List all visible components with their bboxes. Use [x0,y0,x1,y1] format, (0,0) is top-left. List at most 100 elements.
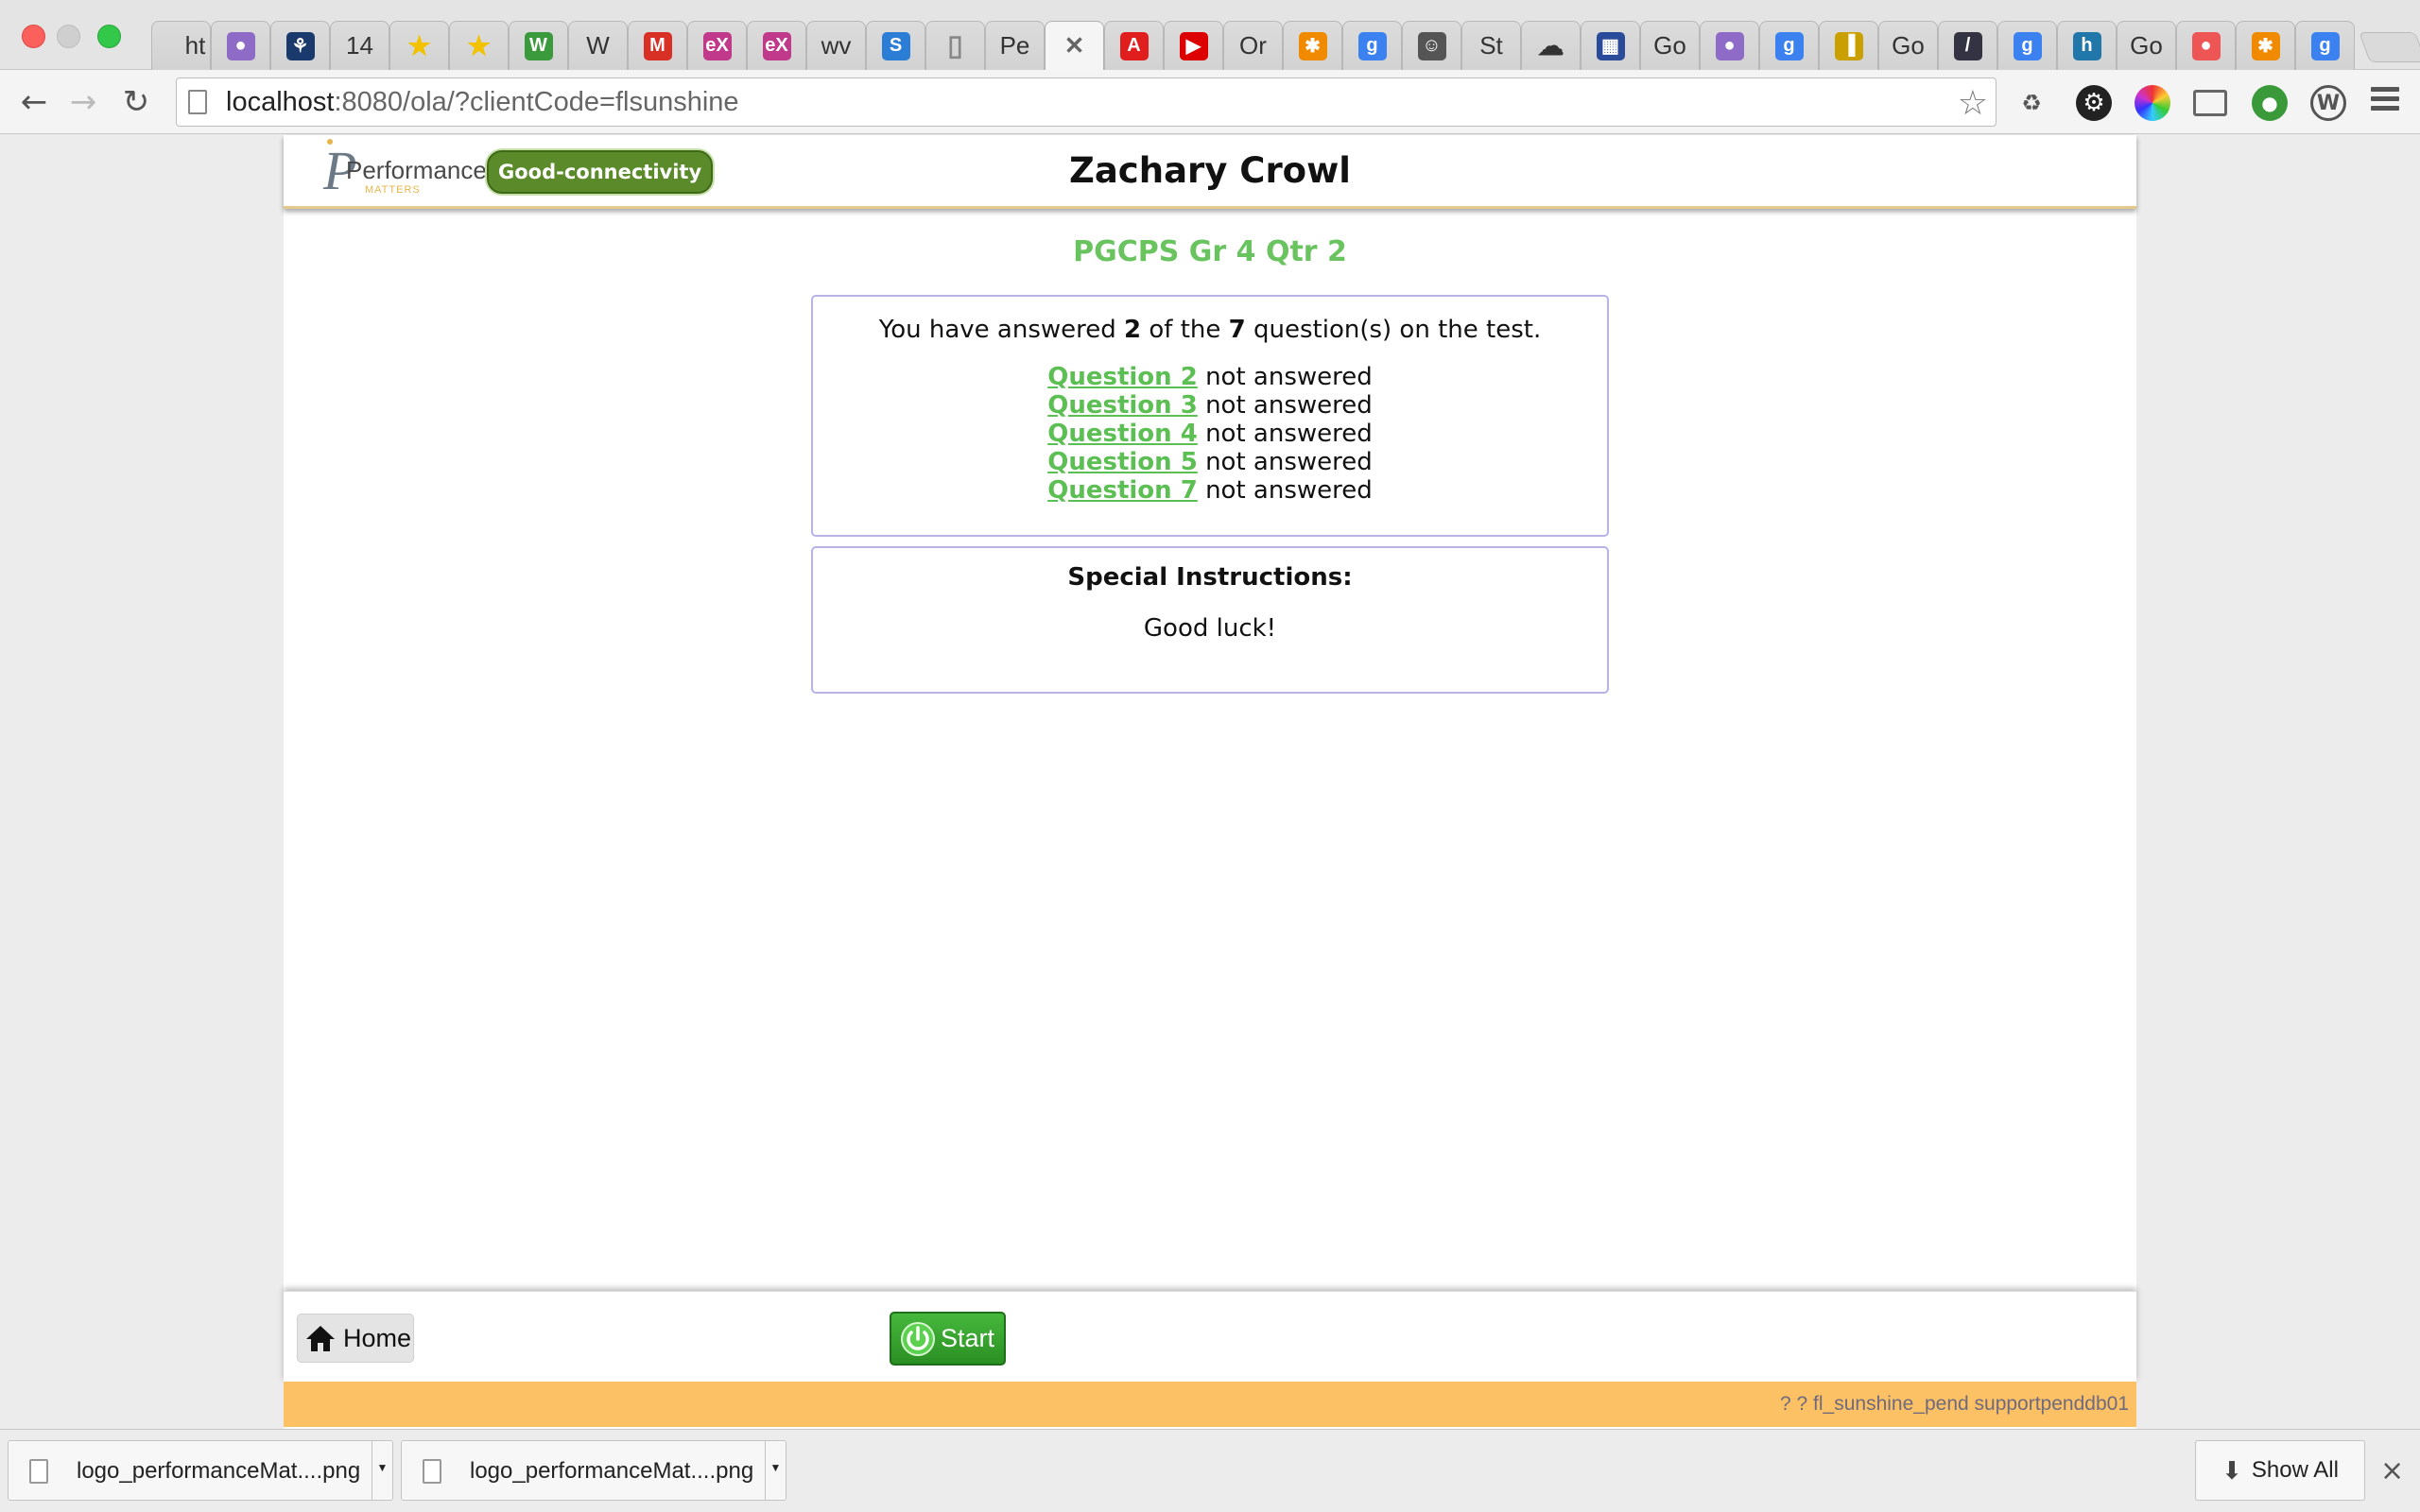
address-bar[interactable]: localhost:8080/ola/?clientCode=flsunshin… [176,77,1996,127]
home-button[interactable]: Home [297,1314,414,1363]
browser-tab[interactable]: g [1342,21,1402,70]
browser-tab[interactable]: / [1938,21,1997,70]
close-icon[interactable]: ✕ [1061,31,1089,60]
browser-tab[interactable]: eX [747,21,806,70]
answer-summary-text: You have answered 2 of the 7 question(s)… [813,316,1607,344]
browser-tab[interactable]: Or [1223,21,1283,70]
question-status: not answered [1197,476,1373,505]
browser-tab[interactable]: ★ [449,21,509,70]
start-button[interactable]: Start [890,1312,1006,1366]
page-icon [188,90,207,114]
download-item[interactable]: logo_performanceMat....png ▼ [401,1440,786,1501]
browser-tab[interactable]: ★ [389,21,449,70]
browser-tab[interactable]: W [509,21,568,70]
browser-tab[interactable]: 14 [330,21,389,70]
download-menu-arrow-icon[interactable]: ▼ [372,1441,392,1500]
browser-tab[interactable]: ● [2176,21,2236,70]
power-icon [901,1321,935,1356]
gmail-icon: M [643,31,672,60]
downloads-bar: logo_performanceMat....png ▼ logo_perfor… [0,1429,2420,1512]
browser-tab[interactable]: ● [1700,21,1759,70]
browser-tab[interactable]: ✱ [2236,21,2295,70]
browser-tab[interactable]: Go [1640,21,1700,70]
special-instructions-box: Special Instructions: Good luck! [811,546,1609,694]
forward-arrow-icon[interactable]: → [64,83,102,121]
browser-tab[interactable]: ✕ [1045,21,1104,70]
browser-tab[interactable]: A [1104,21,1164,70]
browser-tab[interactable]: Go [1878,21,1938,70]
browser-tab[interactable]: g [1997,21,2057,70]
extension-green-icon[interactable]: ● [2252,85,2288,121]
status-text: ? ? fl_sunshine_pend supportpenddb01 [1780,1393,2129,1415]
close-downloads-icon[interactable]: × [2380,1454,2404,1487]
back-arrow-icon[interactable]: ← [15,83,53,121]
browser-toolbar: ← → ↻ localhost:8080/ola/?clientCode=fls… [0,70,2420,134]
file-icon [29,1459,48,1484]
tab-list: ht ● ⚘ 14 ★ ★ W W MeX eX wv S ▯ Pe ✕ A ▶ Or ✱ g ☺ St ☁ ▦ Go ● g ▐ Go… [151,21,2420,70]
window-minimize-button[interactable] [57,25,80,48]
browser-tab[interactable]: ⚘ [270,21,330,70]
browser-tab[interactable]: ☁ [1521,21,1581,70]
grid-icon: ▦ [1596,31,1625,60]
question-7-link[interactable]: Question 7 [1047,476,1198,505]
show-all-downloads-button[interactable]: ⬇ Show All [2195,1440,2365,1501]
question-5-link[interactable]: Question 5 [1047,448,1198,476]
question-3-link[interactable]: Question 3 [1047,391,1198,420]
recycle-icon[interactable]: ♻ [2014,85,2049,121]
browser-tab[interactable]: eX [687,21,747,70]
reload-icon[interactable]: ↻ [117,83,155,121]
color-wheel-icon[interactable] [2135,85,2170,121]
star-icon: ★ [406,31,432,60]
browser-tab[interactable]: ▯ [925,21,985,70]
question-2-link[interactable]: Question 2 [1047,363,1198,391]
browser-menu-icon[interactable] [2371,87,2399,115]
browser-tab[interactable]: wv [806,21,866,70]
asterisk-icon: ✱ [1298,31,1327,60]
avatar-icon: ☺ [1417,31,1446,60]
home-button-label: Home [343,1323,412,1352]
tab-title: Go [2130,31,2163,60]
browser-tab[interactable]: ht [151,21,211,70]
special-instructions-title: Special Instructions: [1067,563,1353,592]
cast-icon[interactable] [2193,90,2227,116]
bookmark-star-icon[interactable]: ☆ [1958,84,1988,123]
new-tab-button[interactable] [2359,32,2420,62]
browser-tab[interactable]: Go [2117,21,2176,70]
question-4-link[interactable]: Question 4 [1047,420,1198,448]
browser-tab[interactable]: ✱ [1283,21,1342,70]
browser-tab[interactable]: M [628,21,687,70]
browser-tab[interactable]: ▐ [1819,21,1878,70]
download-menu-arrow-icon[interactable]: ▼ [765,1441,786,1500]
wordpress-icon[interactable]: W [2310,85,2346,121]
url-path: :8080/ola/?clientCode=flsunshine [334,87,739,117]
browser-tab[interactable]: Pe [985,21,1045,70]
browser-tab[interactable]: h [2057,21,2117,70]
browser-tab[interactable]: ▶ [1164,21,1223,70]
browser-tab[interactable]: ☺ [1402,21,1461,70]
browser-tab[interactable]: S [866,21,925,70]
list-item: Question 5 not answered [813,448,1607,476]
browser-tab[interactable]: ▦ [1581,21,1640,70]
tab-title: Or [1239,31,1267,60]
browser-tab[interactable]: ● [211,21,270,70]
list-item: Question 7 not answered [813,476,1607,505]
browser-tab[interactable]: g [2295,21,2355,70]
url-host: localhost [226,87,335,117]
browser-tab[interactable]: St [1461,21,1521,70]
url-text[interactable]: localhost:8080/ola/?clientCode=flsunshin… [226,87,739,118]
books-icon: ▐ [1834,31,1863,60]
browser-tab[interactable]: g [1759,21,1819,70]
browser-viewport: P Performance MATTERS Good-connectivity … [0,135,2420,1429]
question-status: not answered [1197,391,1373,420]
tab-title: 14 [346,31,373,60]
answered-count: 2 [1124,316,1142,344]
window-close-button[interactable] [22,25,45,48]
download-item[interactable]: logo_performanceMat....png ▼ [8,1440,393,1501]
student-name: Zachary Crowl [1069,150,1351,191]
summary-middle: of the [1141,316,1229,344]
window-zoom-button[interactable] [97,25,121,48]
settings-gear-icon[interactable]: ⚙ [2076,85,2112,121]
browser-tab[interactable]: W [568,21,628,70]
list-item: Question 3 not answered [813,391,1607,420]
tab-title: wv [821,31,852,60]
